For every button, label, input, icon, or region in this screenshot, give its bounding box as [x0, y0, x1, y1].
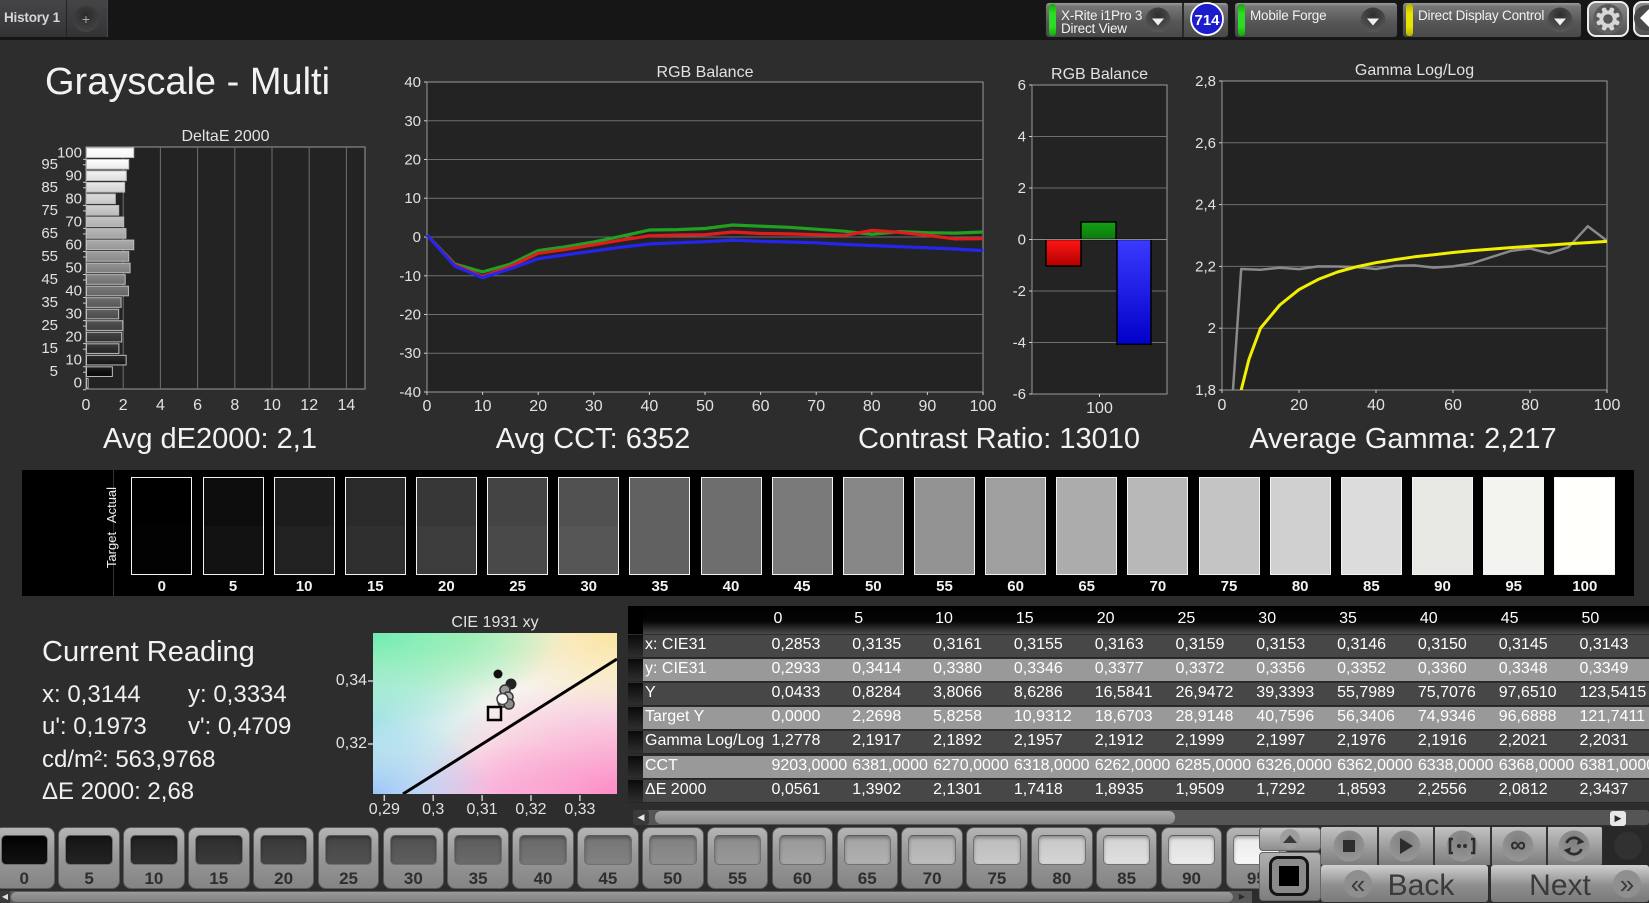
svg-text:100: 100: [1594, 397, 1621, 414]
svg-text:50: 50: [696, 398, 714, 415]
svg-text:RGB Balance: RGB Balance: [657, 64, 754, 81]
svg-text:30: 30: [585, 398, 603, 415]
svg-text:-20: -20: [399, 307, 421, 324]
svg-text:20: 20: [404, 152, 421, 169]
svg-text:0: 0: [413, 229, 421, 246]
svg-text:-6: -6: [1013, 386, 1026, 403]
svg-text:Gamma Log/Log: Gamma Log/Log: [1355, 62, 1474, 79]
svg-text:-30: -30: [399, 345, 421, 362]
svg-text:2,2: 2,2: [1195, 258, 1216, 275]
svg-text:2,8: 2,8: [1195, 73, 1216, 90]
svg-text:60: 60: [752, 398, 770, 415]
svg-text:2: 2: [1208, 320, 1216, 337]
svg-text:40: 40: [641, 398, 659, 415]
svg-text:2,6: 2,6: [1195, 135, 1216, 152]
svg-text:30: 30: [404, 113, 421, 130]
svg-text:-10: -10: [399, 268, 421, 285]
svg-text:60: 60: [1444, 397, 1462, 414]
svg-text:1,8: 1,8: [1195, 382, 1216, 399]
svg-text:»: »: [1620, 869, 1634, 899]
svg-text:90: 90: [919, 398, 937, 415]
svg-text:70: 70: [807, 398, 825, 415]
svg-text:10: 10: [474, 398, 492, 415]
svg-text:4: 4: [1018, 129, 1026, 146]
svg-text:80: 80: [1521, 397, 1539, 414]
svg-text:80: 80: [863, 398, 881, 415]
svg-text:0: 0: [1218, 397, 1227, 414]
svg-text:10: 10: [404, 190, 421, 207]
svg-text:2: 2: [1018, 180, 1026, 197]
svg-text:∞: ∞: [1510, 832, 1526, 857]
svg-text:100: 100: [970, 398, 997, 415]
svg-text:«: «: [1351, 869, 1365, 899]
svg-text:0: 0: [423, 398, 432, 415]
svg-text:RGB Balance: RGB Balance: [1051, 66, 1148, 83]
svg-text:40: 40: [404, 74, 421, 91]
svg-text:2,4: 2,4: [1195, 197, 1216, 214]
svg-text:-4: -4: [1013, 335, 1026, 352]
svg-text:100: 100: [1086, 400, 1113, 417]
svg-text:0: 0: [1018, 232, 1026, 249]
svg-text:6: 6: [1018, 77, 1026, 94]
svg-text:20: 20: [1290, 397, 1308, 414]
svg-text:-2: -2: [1013, 283, 1026, 300]
svg-text:20: 20: [529, 398, 547, 415]
svg-text:-40: -40: [399, 384, 421, 401]
svg-text:40: 40: [1367, 397, 1385, 414]
